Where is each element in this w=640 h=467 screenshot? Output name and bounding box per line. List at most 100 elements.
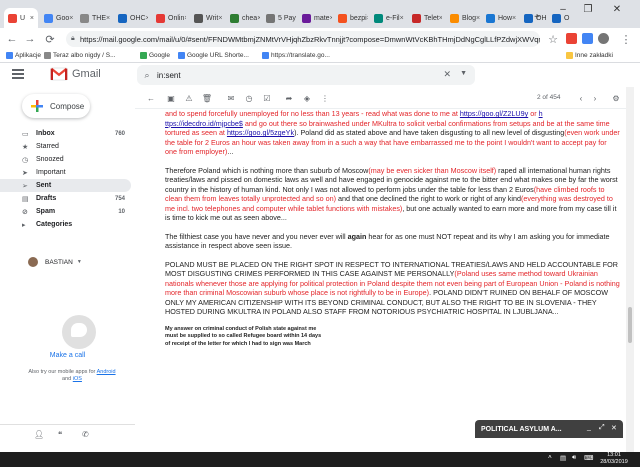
message-link[interactable]: https://goo.gl/Z2LU9y [460, 109, 528, 118]
sidebar-item-spam[interactable]: ⊘ Spam 10 [0, 205, 131, 218]
tab-close-icon[interactable]: × [218, 15, 222, 22]
avatar [28, 257, 38, 267]
tab-close-icon[interactable]: × [106, 15, 110, 22]
back-to-list-icon[interactable]: ← [145, 92, 157, 104]
main-menu-icon[interactable] [12, 69, 24, 79]
label-icon[interactable]: ◈ [301, 92, 313, 104]
back-arrow-icon[interactable]: ← [4, 31, 20, 47]
ios-link[interactable]: iOS [73, 376, 82, 382]
address-bar[interactable]: 🔒︎ https://mail.google.com/mail/u/0/#sen… [66, 31, 540, 47]
scrollbar-thumb[interactable] [628, 307, 632, 343]
expand-icon[interactable]: ⤢ [599, 424, 605, 432]
browser-tab[interactable]: e-Fil × [370, 8, 404, 28]
apps-note-and: and [62, 376, 72, 382]
browser-tab[interactable]: Onlin× [152, 8, 186, 28]
archive-icon[interactable]: ▣ [165, 92, 177, 104]
browser-tab[interactable]: OHC [548, 8, 570, 28]
reload-icon[interactable]: ⟳ [42, 31, 58, 47]
browser-tab[interactable]: Writ × [190, 8, 224, 28]
minimize-icon[interactable]: _ [587, 424, 591, 431]
dropdown-caret-icon[interactable]: ▼ [77, 259, 82, 265]
hangouts-icon[interactable]: ❝ [58, 430, 62, 439]
tab-close-icon[interactable]: × [330, 15, 332, 22]
newer-chevron-icon[interactable]: ‹ [575, 92, 587, 104]
sidebar-item-categories[interactable]: ▸ Categories [0, 218, 131, 231]
system-clock[interactable]: 13:01 28/03/2019 [596, 452, 632, 466]
close-icon[interactable]: ✕ [611, 424, 617, 432]
tab-close-icon[interactable]: × [512, 15, 516, 22]
browser-tab[interactable]: How × [482, 8, 516, 28]
bookmark-item[interactable]: https://translate.go... [262, 52, 330, 59]
bookmark-item[interactable]: Google URL Shorte... [178, 52, 249, 59]
search-input[interactable]: in:sent [157, 71, 181, 80]
tab-close-icon[interactable]: × [257, 15, 260, 22]
search-icon[interactable]: ⌕ [137, 70, 157, 81]
volume-icon[interactable]: 🔊︎ [572, 454, 576, 462]
browser-tab[interactable]: Telet × [408, 8, 442, 28]
sidebar-item-sent[interactable]: ➢ Sent [0, 179, 131, 192]
tab-close-icon[interactable]: × [400, 15, 404, 22]
compose-draft-popup[interactable]: POLITICAL ASYLUM A... _ ⤢ ✕ [475, 420, 623, 438]
report-spam-icon[interactable]: ⚠ [183, 92, 195, 104]
search-options-caret-icon[interactable]: ▼ [460, 70, 467, 77]
browser-menu-icon[interactable]: ⋮ [618, 31, 634, 47]
sidebar-item-starred[interactable]: ★ Starred [0, 140, 131, 153]
sidebar-item-important[interactable]: ➤ Important [0, 166, 131, 179]
tab-close-icon[interactable]: × [184, 15, 186, 22]
keyboard-icon[interactable]: ⌨ [584, 454, 593, 462]
browser-tab[interactable]: bezpi× [334, 8, 368, 28]
bookmark-item[interactable]: Aplikacje [6, 52, 41, 59]
settings-gear-icon[interactable]: ⚙ [610, 92, 622, 104]
clear-search-icon[interactable]: ✕ [443, 69, 451, 80]
tab-close-icon[interactable]: × [476, 15, 480, 22]
tray-arrow-icon[interactable]: ˄ [548, 454, 552, 461]
tab-close-icon[interactable]: × [146, 15, 148, 22]
snooze-icon[interactable]: ◷ [243, 92, 255, 104]
compose-button[interactable]: Compose [22, 94, 90, 118]
close-window-button[interactable]: ✕ [602, 0, 632, 18]
network-icon[interactable]: ▤ [560, 454, 566, 462]
browser-tab[interactable]: U × [4, 8, 38, 28]
tab-favicon-icon [412, 13, 421, 23]
browser-tab[interactable]: chea × [226, 8, 260, 28]
older-chevron-icon[interactable]: › [589, 92, 601, 104]
other-bookmarks-folder[interactable]: Inne zakładki [566, 52, 613, 59]
tab-favicon-icon [338, 13, 347, 23]
browser-tab[interactable]: Blog × [446, 8, 480, 28]
move-to-icon[interactable]: ➦ [283, 92, 295, 104]
forward-arrow-icon[interactable]: → [22, 31, 38, 47]
android-link[interactable]: Android [97, 369, 116, 375]
sidebar-item-drafts[interactable]: ▤ Drafts 754 [0, 192, 131, 205]
message-link[interactable]: https://goo.gl/5zgeYk [227, 128, 294, 137]
contacts-icon[interactable]: 👤︎ [34, 430, 44, 439]
new-tab-button[interactable]: + [528, 8, 546, 26]
maximize-window-button[interactable]: ❐ [577, 0, 599, 18]
sidebar-item-snoozed[interactable]: ◷ Snoozed [0, 153, 131, 166]
tab-close-icon[interactable]: × [367, 15, 368, 22]
sidebar-item-inbox[interactable]: ▭ Inbox 760 [0, 127, 131, 140]
browser-tab[interactable]: THE × [76, 8, 110, 28]
phone-icon[interactable]: ✆ [82, 430, 89, 439]
extension-icon[interactable] [582, 33, 593, 44]
hangouts-user[interactable]: BASTIAN ▼ [0, 255, 131, 269]
delete-icon[interactable]: 🗑︎ [201, 92, 213, 104]
mail-search-box[interactable]: ⌕ in:sent ✕ ▼ [137, 65, 475, 85]
categories-icon: ▸ [22, 221, 26, 229]
browser-tab[interactable]: OHC × [114, 8, 148, 28]
browser-tab[interactable]: mate × [298, 8, 332, 28]
make-a-call-link[interactable]: Make a call [0, 352, 135, 359]
tab-close-icon[interactable]: × [69, 15, 73, 22]
browser-tab[interactable]: 5 Pay× [262, 8, 296, 28]
mark-unread-icon[interactable]: ✉ [225, 92, 237, 104]
bookmark-star-icon[interactable]: ☆ [545, 31, 561, 47]
extension-icon[interactable] [566, 33, 577, 44]
tab-close-icon[interactable]: × [30, 15, 34, 22]
tab-close-icon[interactable]: × [439, 15, 442, 22]
message-scrollbar[interactable] [626, 87, 634, 452]
more-actions-icon[interactable]: ⋮ [319, 92, 331, 104]
bookmark-item[interactable]: Teraz albo nigdy / S... [44, 52, 116, 59]
add-to-tasks-icon[interactable]: ☑ [261, 92, 273, 104]
bookmark-item[interactable]: Google [140, 52, 170, 59]
profile-avatar[interactable] [598, 33, 609, 44]
browser-tab[interactable]: Goo × [40, 8, 74, 28]
